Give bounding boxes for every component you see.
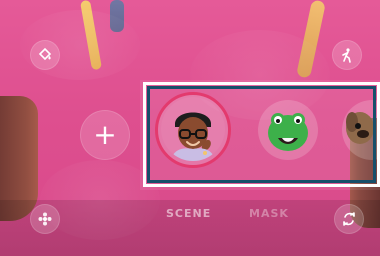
- switch-camera-button[interactable]: [334, 204, 364, 234]
- plus-icon: +: [93, 118, 117, 151]
- mode-scene[interactable]: SCENE: [166, 207, 211, 220]
- paint-bucket-icon: [37, 47, 53, 63]
- body-tracking-button[interactable]: [332, 40, 362, 70]
- camera-ar-emoji-screen: + SCENE MASK: [0, 0, 380, 256]
- effects-button[interactable]: [30, 204, 60, 234]
- sticker-selection-highlight: [143, 82, 380, 187]
- switch-camera-icon: [341, 211, 357, 227]
- mode-mask[interactable]: MASK: [249, 207, 289, 220]
- paint-bucket-button[interactable]: [30, 40, 60, 70]
- walking-person-icon: [339, 47, 355, 63]
- flower-icon: [37, 211, 53, 227]
- add-sticker-button[interactable]: +: [80, 110, 130, 160]
